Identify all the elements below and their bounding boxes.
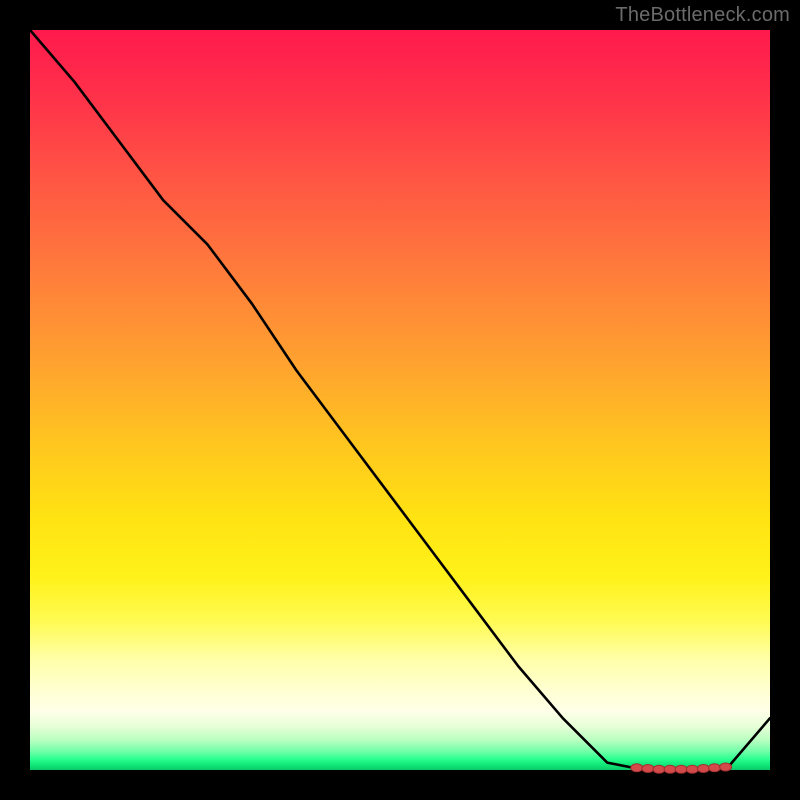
data-marker bbox=[675, 765, 687, 773]
data-marker bbox=[631, 764, 643, 772]
data-marker bbox=[653, 765, 665, 773]
chart-line bbox=[30, 30, 770, 770]
marker-group bbox=[631, 763, 732, 773]
data-marker bbox=[686, 765, 698, 773]
watermark-text: TheBottleneck.com bbox=[615, 4, 790, 27]
data-marker bbox=[664, 765, 676, 773]
data-marker bbox=[709, 764, 721, 772]
data-marker bbox=[642, 765, 654, 773]
chart-container: TheBottleneck.com bbox=[0, 0, 800, 800]
chart-svg bbox=[30, 30, 770, 770]
plot-area bbox=[30, 30, 770, 770]
data-marker bbox=[720, 763, 732, 771]
data-marker bbox=[697, 765, 709, 773]
